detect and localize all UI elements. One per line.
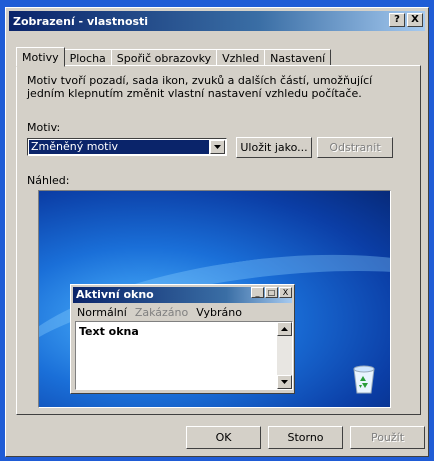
motif-dropdown-value: Změněný motiv: [29, 140, 209, 154]
maximize-icon: □: [265, 287, 278, 298]
display-properties-dialog: Zobrazení - vlastnosti ? X Motivy Plocha…: [5, 7, 429, 457]
theme-preview: Aktivní okno _ □ X Normální Zakázáno Vyb…: [38, 190, 391, 408]
tab-vzhled[interactable]: Vzhled: [216, 49, 266, 66]
recycle-bin-icon: [350, 363, 378, 395]
preview-text-area: Text okna: [75, 321, 293, 390]
menu-disabled: Zakázáno: [134, 306, 189, 319]
window-title: Zobrazení - vlastnosti: [13, 14, 149, 28]
scroll-up-icon: [277, 322, 292, 336]
tab-motivy[interactable]: Motivy: [16, 47, 65, 67]
minimize-icon: _: [251, 287, 264, 298]
tab-plocha[interactable]: Plocha: [63, 49, 112, 66]
title-bar[interactable]: Zobrazení - vlastnosti ? X: [9, 11, 425, 31]
preview-window-text: Text okna: [79, 325, 139, 338]
close-button[interactable]: X: [407, 13, 423, 27]
preview-active-window: Aktivní okno _ □ X Normální Zakázáno Vyb…: [70, 284, 295, 394]
apply-button[interactable]: Použít: [350, 426, 425, 449]
scroll-down-icon: [277, 375, 292, 389]
dropdown-arrow-icon[interactable]: [210, 140, 225, 154]
preview-menu: Normální Zakázáno Vybráno: [77, 306, 242, 319]
save-as-button[interactable]: Uložit jako...: [236, 137, 312, 158]
help-button[interactable]: ?: [389, 13, 405, 27]
preview-scrollbar: [277, 322, 292, 389]
preview-label: Náhled:: [27, 174, 70, 187]
tab-nastaveni[interactable]: Nastavení: [264, 49, 332, 66]
themes-panel: Motiv tvoří pozadí, sada ikon, zvuků a d…: [16, 65, 421, 415]
theme-description: Motiv tvoří pozadí, sada ikon, zvuků a d…: [27, 74, 373, 100]
menu-selected: Vybráno: [196, 306, 242, 319]
close-icon: X: [279, 287, 292, 298]
ok-button[interactable]: OK: [186, 426, 261, 449]
menu-normal: Normální: [77, 306, 127, 319]
motif-dropdown[interactable]: Změněný motiv: [27, 138, 227, 156]
cancel-button[interactable]: Storno: [268, 426, 343, 449]
tab-sporic-obrazovky[interactable]: Spořič obrazovky: [110, 49, 218, 66]
motif-label: Motiv:: [27, 121, 61, 134]
tab-strip: Motivy Plocha Spořič obrazovky Vzhled Na…: [16, 44, 332, 67]
delete-button[interactable]: Odstranit: [317, 137, 393, 158]
